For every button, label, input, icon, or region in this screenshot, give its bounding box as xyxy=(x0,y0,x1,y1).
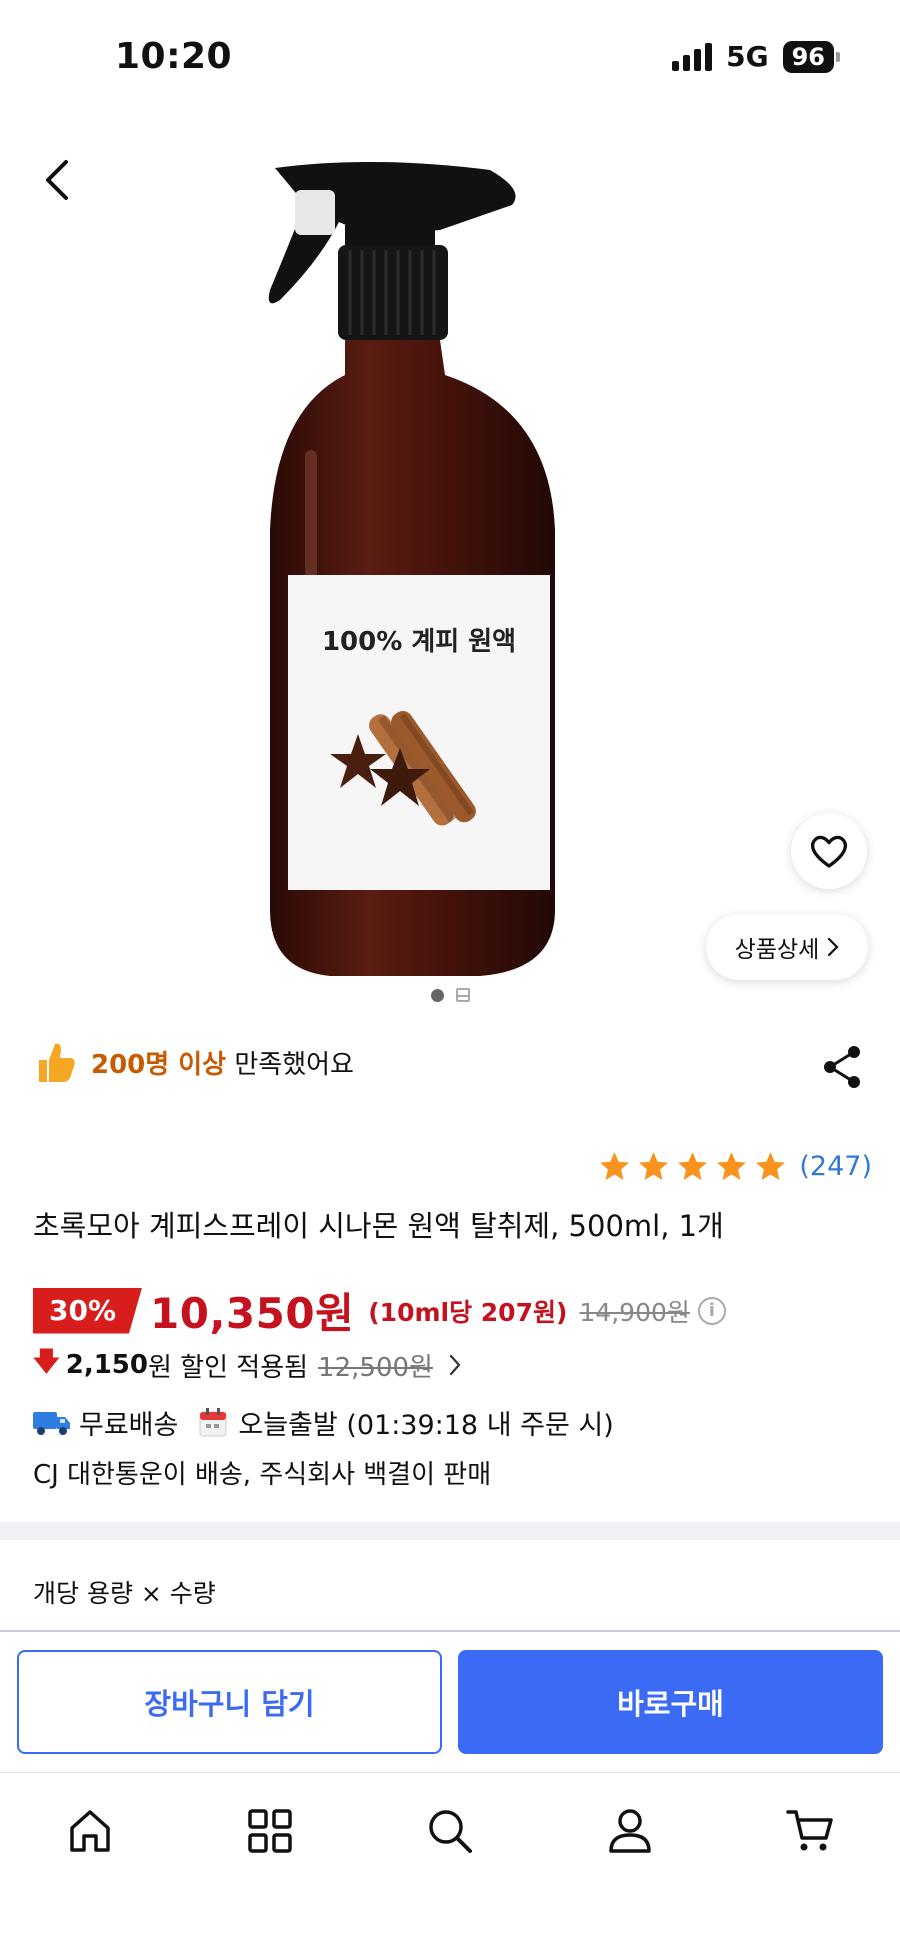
status-indicators: 5G 96 xyxy=(672,40,840,73)
battery-icon: 96 xyxy=(782,40,840,73)
coupon-discount-row[interactable]: 🡇 2,150 원 할인 적용됨 12,500원 xyxy=(33,1343,461,1387)
product-detail-label: 상품상세 xyxy=(734,937,820,963)
satisfaction-text: 만족했어요 xyxy=(234,1049,354,1080)
nav-category[interactable] xyxy=(240,1801,300,1861)
cart-icon xyxy=(786,1810,833,1851)
back-button[interactable] xyxy=(28,152,84,208)
star-icon xyxy=(600,1152,630,1180)
status-bar: 10:20 5G 96 xyxy=(0,0,900,120)
shipping-row: 무료배송 오늘출발 (01:39:18 내 주문 시) xyxy=(33,1403,614,1442)
nav-search[interactable] xyxy=(420,1801,480,1861)
option-divider xyxy=(0,1630,900,1632)
coupon-strike-price: 12,500원 xyxy=(318,1352,433,1383)
coupon-amount: 2,150 xyxy=(65,1350,148,1380)
star-icon xyxy=(639,1152,669,1180)
nav-cart[interactable] xyxy=(780,1801,840,1861)
sale-price: 10,350원 xyxy=(150,1289,355,1338)
search-icon xyxy=(429,1810,472,1853)
heart-icon xyxy=(810,835,848,868)
star-icon xyxy=(756,1152,786,1180)
satisfaction-banner: 200명 이상 만족했어요 xyxy=(35,1040,354,1084)
unit-price: (10ml당 207원) xyxy=(368,1297,568,1327)
battery-level: 96 xyxy=(782,40,834,73)
signal-icon xyxy=(672,42,713,71)
coupon-amount-suffix: 원 할인 적용됨 xyxy=(147,1352,309,1383)
network-type: 5G xyxy=(726,40,769,73)
nav-my-page[interactable] xyxy=(600,1801,660,1861)
status-time: 10:20 xyxy=(115,36,233,77)
review-count[interactable]: (247) xyxy=(799,1151,872,1182)
add-to-cart-button[interactable]: 장바구니 담기 xyxy=(17,1650,442,1754)
home-icon xyxy=(70,1810,110,1852)
star-icon xyxy=(717,1152,747,1180)
seller-info: CJ 대한통운이 배송, 주식회사 백결이 판매 xyxy=(33,1460,492,1490)
arrow-down-icon: 🡇 xyxy=(33,1347,60,1377)
today-shipping-label: 오늘출발 (01:39:18 내 주문 시) xyxy=(238,1410,614,1441)
price-row: 30% 10,350원 (10ml당 207원) 14,900원 i xyxy=(33,1280,726,1341)
image-pager xyxy=(0,988,900,1002)
chevron-left-icon xyxy=(46,160,68,200)
original-price: 14,900원 xyxy=(579,1297,690,1327)
chevron-right-icon xyxy=(449,1354,461,1376)
section-divider xyxy=(0,1522,900,1540)
truck-icon xyxy=(33,1411,70,1435)
gallery-icon[interactable] xyxy=(455,988,470,1002)
my-page-icon xyxy=(609,1809,651,1853)
thumbs-up-icon xyxy=(39,1043,75,1082)
chevron-right-icon xyxy=(828,937,839,957)
bottom-nav xyxy=(0,1772,900,1951)
rating[interactable]: (247) xyxy=(598,1150,872,1183)
calendar-icon xyxy=(199,1407,227,1436)
product-detail-button[interactable]: 상품상세 xyxy=(706,914,868,980)
product-label-text: 100% 계피 원액 xyxy=(322,627,516,657)
share-icon xyxy=(824,1046,860,1088)
nav-home[interactable] xyxy=(60,1801,120,1861)
product-image: 100% 계피 원액 xyxy=(268,161,555,976)
pager-dot-active[interactable] xyxy=(430,988,444,1002)
category-grid-icon xyxy=(248,1809,292,1853)
wishlist-button[interactable] xyxy=(791,813,867,889)
option-label[interactable]: 개당 용량 × 수량 xyxy=(33,1574,216,1610)
product-title: 초록모아 계피스프레이 시나몬 원액 탈취제, 500ml, 1개 xyxy=(33,1209,724,1243)
satisfaction-count: 200명 이상 xyxy=(91,1049,227,1080)
free-shipping-label: 무료배송 xyxy=(79,1410,179,1441)
share-button[interactable] xyxy=(818,1042,868,1092)
star-icon xyxy=(678,1152,708,1180)
buy-now-button[interactable]: 바로구매 xyxy=(458,1650,883,1754)
info-icon[interactable]: i xyxy=(697,1296,726,1325)
discount-badge: 30% xyxy=(33,1287,143,1334)
